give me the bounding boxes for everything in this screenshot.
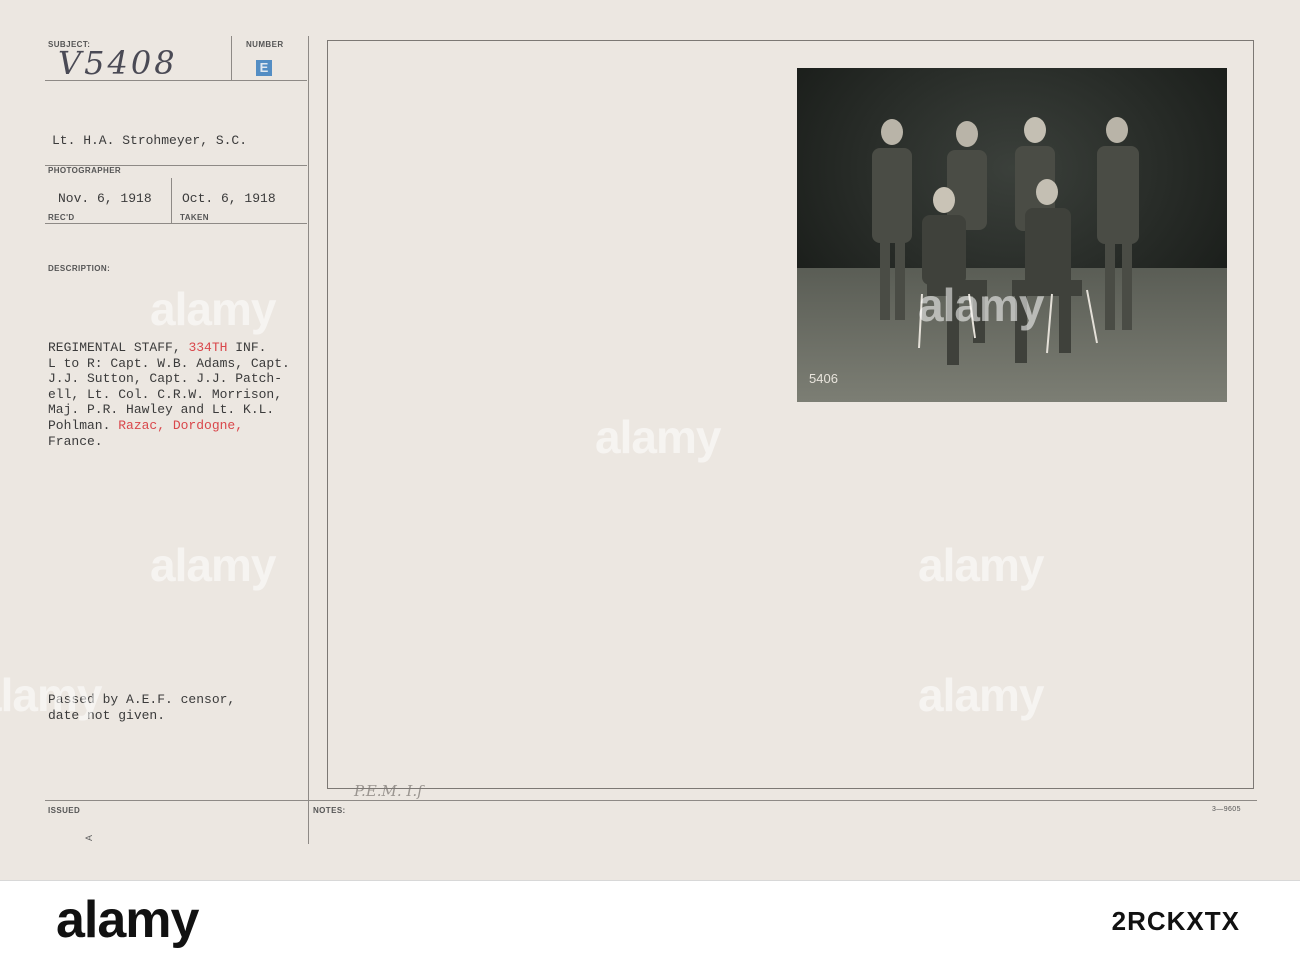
archive-card: SUBJECT: V5408 NUMBER E Lt. H.A. Strohme… xyxy=(0,0,1300,880)
watermark: alamy xyxy=(918,279,1044,331)
description-line: Maj. P.R. Hawley and Lt. K.L. xyxy=(48,402,275,418)
location-text: Razac, Dordogne, xyxy=(118,417,244,433)
date-underline xyxy=(45,223,307,224)
watermark: alamy xyxy=(150,539,276,591)
photographer-label: PHOTOGRAPHER xyxy=(48,166,122,175)
bottom-rule xyxy=(45,800,1257,801)
group-photograph: 5406 xyxy=(797,68,1227,402)
taken-date: Oct. 6, 1918 xyxy=(182,191,276,206)
description-line: L to R: Capt. W.B. Adams, Capt. xyxy=(48,355,290,371)
subject-number-divider xyxy=(231,36,232,80)
description-text: REGIMENTAL STAFF, 334TH INF. L to R: Cap… xyxy=(48,340,290,449)
description-segment: Pohlman. xyxy=(48,417,119,433)
notes-label: NOTES: xyxy=(313,806,346,815)
description-line: REGIMENTAL STAFF, 334TH INF. xyxy=(48,340,290,356)
description-line: France. xyxy=(48,433,103,449)
left-column-divider xyxy=(308,36,309,844)
watermark: alamy xyxy=(918,539,1044,591)
number-label: NUMBER xyxy=(246,40,284,49)
photograph-illustration: 5406 xyxy=(797,68,1227,402)
subject-value: V5408 xyxy=(58,44,178,82)
description-line: Pohlman. Razac, Dordogne, xyxy=(48,418,290,434)
description-line: J.J. Sutton, Capt. J.J. Patch- xyxy=(48,371,283,387)
photographer-value: Lt. H.A. Strohmeyer, S.C. xyxy=(52,133,248,148)
received-label: REC'D xyxy=(48,213,75,222)
description-segment: INF. xyxy=(227,340,267,355)
number-value: E xyxy=(259,60,269,75)
footer-divider xyxy=(0,880,1300,881)
watermark: alamy xyxy=(0,669,102,721)
number-stamp: E xyxy=(256,60,272,76)
watermark: alamy xyxy=(918,669,1044,721)
date-divider xyxy=(171,178,172,223)
description-line: ell, Lt. Col. C.R.W. Morrison, xyxy=(48,386,283,402)
photo-stamp: 5406 xyxy=(809,371,838,386)
regiment-number: 334TH xyxy=(188,340,228,355)
footer-logo[interactable]: alamy xyxy=(56,890,199,950)
taken-label: TAKEN xyxy=(180,213,209,222)
description-segment: REGIMENTAL STAFF, xyxy=(48,340,189,355)
form-number: 3—9605 xyxy=(1212,806,1241,813)
watermark: alamy xyxy=(150,283,276,335)
image-code: 2RCKXTX xyxy=(1111,906,1240,936)
watermark: alamy xyxy=(595,411,721,463)
issued-label: ISSUED xyxy=(48,806,81,815)
received-date: Nov. 6, 1918 xyxy=(58,191,152,206)
corner-mark: A xyxy=(84,834,95,842)
description-label: DESCRIPTION: xyxy=(48,264,111,273)
